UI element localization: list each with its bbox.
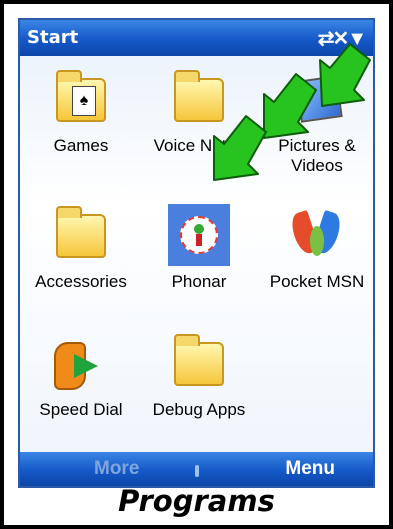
msn-butterfly-icon bbox=[286, 204, 348, 266]
device-screen: Start ⇄✕▼ ♠ Games Voice Notes Pictures &… bbox=[18, 18, 375, 488]
speed-dial-icon bbox=[50, 332, 112, 394]
program-label: Debug Apps bbox=[152, 400, 246, 419]
program-games[interactable]: ♠ Games bbox=[22, 68, 140, 156]
debug-apps-folder-icon bbox=[168, 332, 230, 394]
program-speed-dial[interactable]: Speed Dial bbox=[22, 332, 140, 420]
page-caption: Programs bbox=[118, 484, 275, 518]
status-icons[interactable]: ⇄✕▼ bbox=[318, 26, 367, 51]
program-pocket-msn[interactable]: Pocket MSN bbox=[258, 204, 373, 292]
window-title: Start bbox=[27, 27, 79, 48]
program-accessories[interactable]: Accessories bbox=[22, 204, 140, 292]
program-label: Speed Dial bbox=[39, 400, 123, 419]
program-phonar[interactable]: Phonar bbox=[140, 204, 258, 292]
program-label: Phonar bbox=[171, 272, 227, 291]
softkey-bar: More Menu bbox=[20, 452, 373, 486]
accessories-folder-icon bbox=[50, 204, 112, 266]
menu-softkey[interactable]: Menu bbox=[285, 458, 335, 480]
program-voice-notes[interactable]: Voice Notes bbox=[140, 68, 258, 156]
keyboard-toggle[interactable] bbox=[195, 465, 199, 477]
voice-notes-folder-icon bbox=[168, 68, 230, 130]
program-label: Accessories bbox=[35, 272, 127, 291]
program-label: Games bbox=[53, 136, 109, 155]
program-debug-apps[interactable]: Debug Apps bbox=[140, 332, 258, 420]
phonar-icon bbox=[168, 204, 230, 266]
program-label: Pocket MSN bbox=[269, 272, 365, 291]
games-folder-icon: ♠ bbox=[50, 68, 112, 130]
program-label: Pictures & Videos bbox=[278, 136, 356, 175]
more-softkey[interactable]: More bbox=[94, 458, 139, 480]
title-bar: Start ⇄✕▼ bbox=[20, 20, 373, 56]
program-pictures-videos[interactable]: Pictures & Videos bbox=[258, 68, 373, 176]
program-label: Voice Notes bbox=[153, 136, 245, 155]
pictures-videos-icon bbox=[286, 68, 348, 130]
screenshot-frame: Start ⇄✕▼ ♠ Games Voice Notes Pictures &… bbox=[0, 0, 393, 529]
